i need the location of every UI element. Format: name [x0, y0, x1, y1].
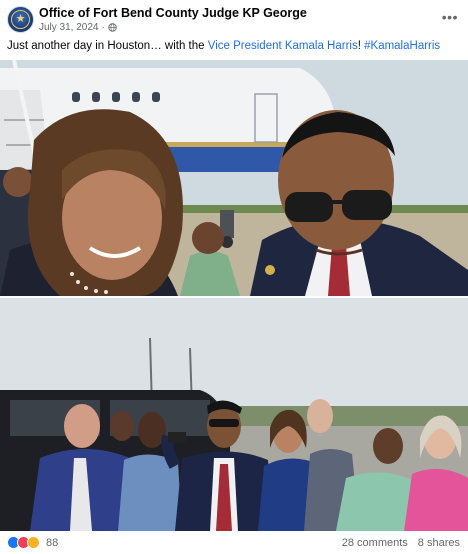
engagement-stats: 28 comments 8 shares	[342, 537, 460, 549]
selfie-photo[interactable]	[0, 60, 468, 296]
shares-count[interactable]: 8 shares	[418, 537, 460, 549]
date-separator: ·	[101, 22, 105, 33]
post-caption: Just another day in Houston… with the Vi…	[7, 40, 440, 52]
caption-text: Just another day in Houston… with the	[7, 40, 208, 52]
comments-count[interactable]: 28 comments	[342, 537, 408, 549]
seal-icon: ★	[15, 13, 26, 25]
reaction-summary[interactable]: 88	[7, 536, 58, 549]
group-photo-illustration	[0, 298, 468, 531]
reaction-count[interactable]: 88	[46, 537, 58, 549]
group-photo[interactable]	[0, 298, 468, 531]
post-date[interactable]: July 31, 2024	[39, 22, 99, 33]
post-header: ★ Office of Fort Bend County Judge KP Ge…	[0, 0, 468, 38]
page-name[interactable]: Office of Fort Bend County Judge KP Geor…	[39, 6, 307, 20]
post-meta: July 31, 2024 ·	[39, 22, 117, 33]
globe-icon[interactable]	[108, 23, 117, 32]
hashtag-link[interactable]: #KamalaHarris	[364, 40, 440, 52]
selfie-photo-illustration	[0, 60, 468, 296]
page-avatar[interactable]: ★	[7, 6, 34, 33]
more-options-icon[interactable]: •••	[442, 10, 458, 24]
care-icon	[27, 536, 40, 549]
mention-link[interactable]: Vice President Kamala Harris	[208, 40, 358, 52]
post-footer: 88 28 comments 8 shares	[0, 531, 468, 554]
